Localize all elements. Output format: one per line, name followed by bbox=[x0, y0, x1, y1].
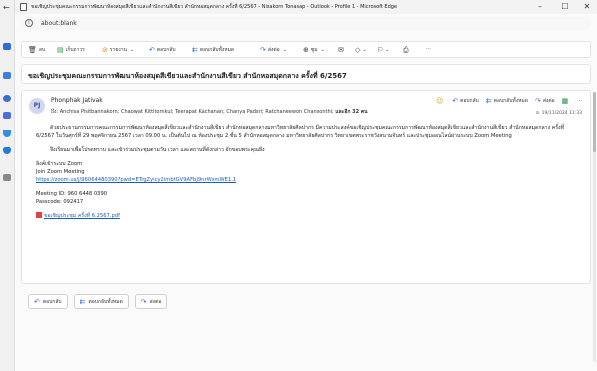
chevron-down-icon: ⌄ bbox=[362, 47, 367, 53]
categorize-button[interactable]: ◇ ⌄ bbox=[355, 46, 367, 54]
bottom-forward-button[interactable]: ↷ ส่งต่อ bbox=[134, 294, 168, 309]
flag-button[interactable]: ⚐ ⌄ bbox=[377, 46, 389, 54]
scrollbar-thumb[interactable] bbox=[593, 92, 596, 152]
message-card: PJ Phonphak Jativak ถึง: Anchisa Pisitba… bbox=[21, 90, 591, 309]
email-subject: ขอเชิญประชุมคณะกรรมการพัฒนาห้องสมุดสีเขี… bbox=[28, 72, 347, 80]
message-reply-all-button[interactable]: ⇇ ตอบกลับทั้งหมด bbox=[486, 97, 528, 105]
reply-all-icon: ⇇ bbox=[79, 297, 86, 306]
smiley-icon: ☺ bbox=[435, 97, 444, 105]
app-rail: ← bbox=[0, 0, 14, 371]
forward-icon: ↷ bbox=[260, 46, 266, 54]
page-icon bbox=[20, 3, 27, 11]
message-forward-button[interactable]: ↷ ส่งต่อ bbox=[535, 97, 555, 105]
zoom-heading: ลิงค์เข้าระบบ Zoom bbox=[36, 161, 83, 167]
pdf-icon bbox=[36, 212, 42, 218]
message-body: ด้วยประธานกรรมการคณะกรรมการพัฒนาห้องสมุด… bbox=[36, 124, 581, 220]
body-paragraph-1: ด้วยประธานกรรมการคณะกรรมการพัฒนาห้องสมุด… bbox=[36, 125, 564, 139]
todo-icon[interactable] bbox=[3, 130, 11, 137]
forward-icon: ↷ bbox=[534, 97, 541, 105]
envelope-icon: ✉ bbox=[338, 46, 344, 54]
report-icon: ⊘ bbox=[102, 46, 108, 54]
title-bar: ขอเชิญประชุมคณะกรรมการพัฒนาห้องสมุดสีเขี… bbox=[15, 0, 597, 14]
reply-all-icon: ⇇ bbox=[485, 97, 492, 105]
chevron-down-icon: ⌄ bbox=[320, 47, 325, 53]
reply-all-button[interactable]: ⇇ ตอบกลับทั้งหมด bbox=[192, 46, 234, 54]
sender-name[interactable]: Phonphak Jativak bbox=[51, 97, 103, 104]
address-url[interactable]: about:blank bbox=[41, 20, 77, 27]
maximize-button[interactable]: ☐ bbox=[559, 2, 571, 11]
to-label: ถึง: bbox=[51, 109, 59, 115]
info-icon[interactable]: i bbox=[25, 19, 33, 27]
report-button[interactable]: ⊘ รายงาน ⌄ bbox=[102, 46, 134, 54]
trash-icon: 🗑 bbox=[28, 46, 37, 54]
calendar-icon[interactable] bbox=[3, 72, 11, 79]
people-icon[interactable] bbox=[3, 95, 11, 102]
attachment-link[interactable]: ขอเชิญประชุม ครั้งที่ 6.2567.pdf bbox=[44, 213, 120, 219]
flag-icon: ⚐ bbox=[377, 46, 384, 54]
chevron-down-icon: ⌄ bbox=[385, 47, 390, 53]
window-title: ขอเชิญประชุมคณะกรรมการพัฒนาห้องสมุดสีเขี… bbox=[31, 4, 397, 10]
archive-button[interactable]: ▤ เก็บถาวร bbox=[57, 46, 85, 54]
forward-icon: ↷ bbox=[140, 297, 147, 306]
join-zoom-text: Join Zoom Meeting bbox=[36, 169, 85, 175]
address-bar[interactable]: i about:blank bbox=[21, 17, 591, 30]
tag-icon: ◇ bbox=[355, 46, 361, 54]
groups-icon[interactable] bbox=[3, 112, 11, 119]
message-toolbar: 🗑 ลบ ▤ เก็บถาวร ⊘ รายงาน ⌄ ↶ ตอบกลับ ⇇ ตอบกลับ… bbox=[21, 41, 591, 58]
message-actions: ☺ ↶ ตอบกลับ ⇇ ตอบกลับทั้งหมด ↷ ส่งต่อ ▦ ··· bbox=[429, 97, 582, 105]
reply-icon: ↶ bbox=[34, 297, 40, 306]
subject-bar: ขอเชิญประชุมคณะกรรมการพัฒนาห้องสมุดสีเขี… bbox=[21, 64, 591, 84]
forward-button[interactable]: ↷ ส่งต่อ ⌄ bbox=[260, 46, 287, 54]
grid-icon: ▦ bbox=[561, 97, 569, 105]
print-icon: ⎙ bbox=[403, 46, 409, 54]
reply-icon: ↶ bbox=[149, 46, 155, 54]
recipients-row[interactable]: ถึง: Anchisa Pisitbannakorn; Chaowat Kit… bbox=[51, 108, 368, 116]
reply-button[interactable]: ↶ ตอบกลับ bbox=[149, 46, 176, 54]
emoji-react-button[interactable]: ☺ bbox=[436, 97, 445, 105]
zoom-button[interactable]: ⊕ ซูม ⌄ bbox=[303, 46, 325, 54]
chevron-down-icon: ⌄ bbox=[282, 47, 287, 53]
minimize-button[interactable]: – bbox=[534, 2, 546, 11]
message-reply-button[interactable]: ↶ ตอบกลับ bbox=[452, 97, 479, 105]
body-paragraph-2: จึงเรียนมาเพื่อโปรดทราบ และเข้าร่วมประชุ… bbox=[50, 147, 265, 153]
bottom-reply-button[interactable]: ↶ ตอบกลับ bbox=[28, 294, 68, 309]
bottom-reply-all-button[interactable]: ⇇ ตอบกลับทั้งหมด bbox=[73, 294, 129, 309]
mark-unread-button[interactable]: ✉ bbox=[338, 46, 346, 54]
recipients-list[interactable]: Anchisa Pisitbannakorn; Chaowat Kittitor… bbox=[60, 109, 334, 115]
print-button[interactable]: ⎙ bbox=[403, 46, 411, 55]
close-button[interactable]: ✕ bbox=[581, 2, 593, 11]
passcode: Passcode: 092417 bbox=[36, 199, 84, 205]
onedrive-icon[interactable] bbox=[3, 147, 11, 154]
reply-button-row: ↶ ตอบกลับ ⇇ ตอบกลับทั้งหมด ↷ ส่งต่อ bbox=[28, 294, 173, 309]
back-arrow-icon[interactable]: ← bbox=[3, 3, 11, 12]
delete-button[interactable]: 🗑 ลบ bbox=[28, 46, 45, 54]
avatar[interactable]: PJ bbox=[29, 98, 45, 114]
meeting-id: Meeting ID: 960 6448 0390 bbox=[36, 191, 108, 197]
more-options-button[interactable]: ··· bbox=[426, 46, 431, 52]
zoom-icon: ⊕ bbox=[303, 46, 309, 54]
message-date: อ. 19/11/2024 11:33 bbox=[536, 111, 582, 116]
reply-all-icon: ⇇ bbox=[192, 46, 198, 54]
message-more-button[interactable]: ··· bbox=[577, 98, 582, 104]
more-recipients-link[interactable]: และอีก 32 คน bbox=[335, 109, 367, 115]
chevron-down-icon: ⌄ bbox=[129, 47, 135, 53]
archive-icon: ▤ bbox=[57, 46, 64, 54]
reply-icon: ↶ bbox=[452, 97, 459, 105]
apps-grid-button[interactable]: ▦ bbox=[562, 97, 571, 105]
apps-icon[interactable] bbox=[3, 174, 11, 181]
browser-window: ขอเชิญประชุมคณะกรรมการพัฒนาห้องสมุดสีเขี… bbox=[14, 0, 597, 371]
mail-icon[interactable] bbox=[3, 43, 11, 50]
zoom-link[interactable]: https://zoom.us/j/96064480390?pwd=ETrgZy… bbox=[36, 177, 236, 183]
